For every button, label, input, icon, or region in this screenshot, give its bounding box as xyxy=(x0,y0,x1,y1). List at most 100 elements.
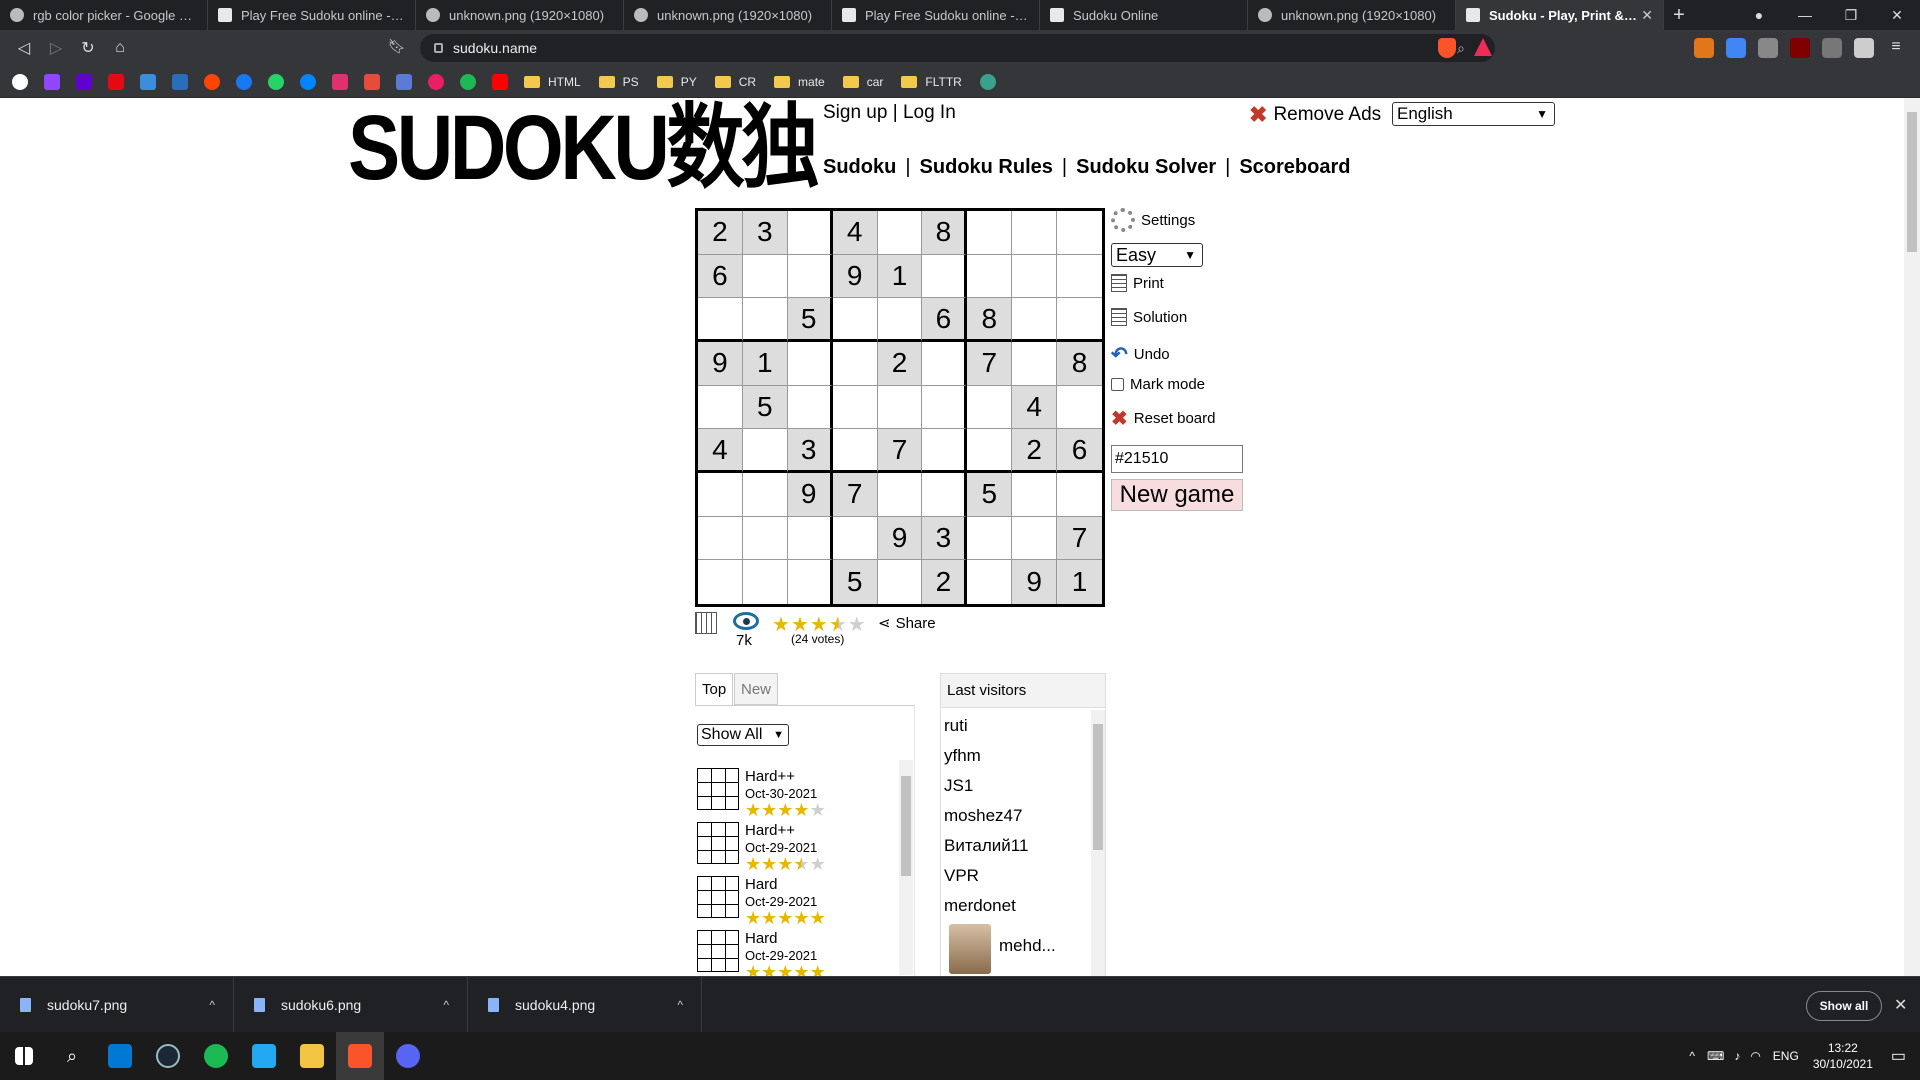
sudoku-cell[interactable] xyxy=(743,560,788,604)
sudoku-cell[interactable] xyxy=(832,516,878,561)
sudoku-cell[interactable]: 4 xyxy=(832,211,878,255)
sudoku-cell[interactable] xyxy=(787,211,833,255)
browser-tab[interactable]: Sudoku - Play, Print & Share✕ xyxy=(1456,0,1664,30)
signup-link[interactable]: Sign up xyxy=(823,102,887,123)
visitor-name[interactable]: VPR xyxy=(944,866,979,886)
sudoku-cell[interactable] xyxy=(877,298,923,342)
sudoku-cell[interactable]: 6 xyxy=(922,298,968,342)
reset-board-button[interactable]: ✖ Reset board xyxy=(1111,406,1215,431)
avatar[interactable] xyxy=(949,924,991,974)
browser-tab[interactable]: Play Free Sudoku online - solve xyxy=(832,0,1040,30)
sudoku-cell[interactable] xyxy=(742,429,788,473)
menu-icon[interactable]: ≡ xyxy=(1886,38,1906,58)
sudoku-cell[interactable] xyxy=(832,342,878,386)
wifi-icon[interactable]: ◠ xyxy=(1750,1049,1760,1063)
twitch-bookmark-icon[interactable] xyxy=(44,73,60,90)
mark-mode-checkbox[interactable] xyxy=(1111,378,1124,391)
sudoku-cell[interactable]: 2 xyxy=(698,211,743,255)
sudoku-cell[interactable] xyxy=(877,473,923,517)
tab-top[interactable]: Top xyxy=(695,673,734,705)
nav-sudoku-rules[interactable]: Sudoku Rules xyxy=(920,156,1053,179)
visitor-name[interactable]: ruti xyxy=(944,716,968,736)
reddit-bookmark-icon[interactable] xyxy=(204,73,220,90)
scrollbar-thumb[interactable] xyxy=(1907,112,1917,252)
sudoku-cell[interactable] xyxy=(1012,298,1058,342)
sudoku-cell[interactable] xyxy=(742,473,788,517)
whatsapp-bookmark-icon[interactable] xyxy=(268,73,284,90)
scrollbar-thumb[interactable] xyxy=(1093,724,1103,850)
sudoku-cell[interactable] xyxy=(1057,473,1102,517)
sudoku-cell[interactable]: 5 xyxy=(742,385,788,430)
spotify-bookmark-icon[interactable] xyxy=(460,73,476,90)
download-item[interactable]: sudoku4.png ^ xyxy=(468,976,702,1033)
browser-tab[interactable]: unknown.png (1920×1080) xyxy=(416,0,624,30)
steam-app-icon[interactable] xyxy=(144,1032,192,1080)
bookmark-folder[interactable]: HTML xyxy=(524,75,581,89)
nav-scoreboard[interactable]: Scoreboard xyxy=(1239,156,1350,179)
list-item[interactable]: Hard Oct-29-2021 ★★★★★ xyxy=(697,928,877,976)
visitor-name[interactable]: Виталий11 xyxy=(944,836,1028,856)
extension-icon[interactable] xyxy=(1822,38,1842,58)
puzzle-extensions-icon[interactable] xyxy=(1854,38,1874,58)
bookmark-icon[interactable] xyxy=(428,73,444,90)
sudoku-cell[interactable]: 9 xyxy=(877,516,923,561)
netflix-bookmark-icon[interactable] xyxy=(108,73,124,90)
sudoku-cell[interactable]: 8 xyxy=(922,211,968,255)
sudoku-cell[interactable] xyxy=(787,342,833,386)
list-item[interactable]: Hard++ Oct-30-2021 ★★★★★ xyxy=(697,766,877,820)
page-scrollbar[interactable] xyxy=(1904,98,1920,976)
sudoku-cell[interactable]: 8 xyxy=(967,298,1013,342)
mail-app-icon[interactable] xyxy=(96,1032,144,1080)
spotify-app-icon[interactable] xyxy=(192,1032,240,1080)
sudoku-cell[interactable] xyxy=(1057,298,1102,342)
sudoku-cell[interactable] xyxy=(832,429,878,473)
sudoku-cell[interactable] xyxy=(832,298,878,342)
yahoo-bookmark-icon[interactable] xyxy=(76,73,92,90)
chevron-up-icon[interactable]: ^ xyxy=(1689,1049,1695,1063)
sudoku-cell[interactable] xyxy=(698,298,743,342)
zoom-icon[interactable]: ⌕ xyxy=(1457,40,1465,57)
visitor-name[interactable]: merdonet xyxy=(944,896,1016,916)
sudoku-cell[interactable]: 5 xyxy=(832,560,878,604)
chevron-up-icon[interactable]: ^ xyxy=(443,998,449,1012)
sudoku-cell[interactable] xyxy=(922,342,968,386)
sudoku-cell[interactable] xyxy=(742,516,788,561)
browser-tab[interactable]: rgb color picker - Google Search xyxy=(0,0,208,30)
sudoku-cell[interactable]: 3 xyxy=(787,429,833,473)
bookmark-folder[interactable]: PS xyxy=(598,75,639,89)
settings-button[interactable]: Settings xyxy=(1111,208,1195,232)
sudoku-cell[interactable] xyxy=(698,473,743,517)
sudoku-cell[interactable]: 3 xyxy=(742,211,788,255)
login-link[interactable]: Log In xyxy=(903,102,956,123)
bookmark-folder[interactable]: FLTTR xyxy=(901,75,962,89)
difficulty-select[interactable]: Easy ▼ xyxy=(1111,243,1203,267)
profile-icon[interactable]: ● xyxy=(1736,7,1782,23)
windows-start-icon[interactable] xyxy=(0,1032,48,1080)
sudoku-cell[interactable] xyxy=(832,385,878,430)
sudoku-cell[interactable] xyxy=(1057,386,1102,430)
sudoku-cell[interactable] xyxy=(967,429,1013,473)
nav-sudoku[interactable]: Sudoku xyxy=(823,156,896,179)
nav-sudoku-solver[interactable]: Sudoku Solver xyxy=(1076,156,1216,179)
messenger-bookmark-icon[interactable] xyxy=(300,73,316,90)
extension-icon[interactable] xyxy=(1758,38,1778,58)
bookmark-icon[interactable] xyxy=(140,73,156,90)
remove-ads-link[interactable]: ✖ Remove Ads xyxy=(1249,102,1381,128)
sudoku-cell[interactable] xyxy=(787,254,833,299)
sudoku-cell[interactable] xyxy=(967,254,1013,299)
sudoku-cell[interactable] xyxy=(878,560,923,604)
sudoku-cell[interactable]: 1 xyxy=(1057,560,1102,604)
bookmark-folder[interactable]: car xyxy=(842,75,883,89)
visitor-name[interactable]: JS1 xyxy=(944,776,973,796)
sudoku-cell[interactable] xyxy=(1012,516,1058,561)
bookmark-page-icon[interactable]: 🔖︎ xyxy=(388,38,406,55)
visitor-name[interactable]: yfhm xyxy=(944,746,981,766)
facebook-bookmark-icon[interactable] xyxy=(236,73,252,90)
sudoku-cell[interactable] xyxy=(787,516,833,561)
vscode-app-icon[interactable] xyxy=(240,1032,288,1080)
bookmark-icon[interactable] xyxy=(172,73,188,90)
sudoku-cell[interactable]: 5 xyxy=(787,298,833,342)
sudoku-cell[interactable]: 1 xyxy=(742,342,788,386)
show-all-downloads-button[interactable]: Show all xyxy=(1806,991,1882,1021)
sudoku-cell[interactable] xyxy=(1057,255,1102,299)
